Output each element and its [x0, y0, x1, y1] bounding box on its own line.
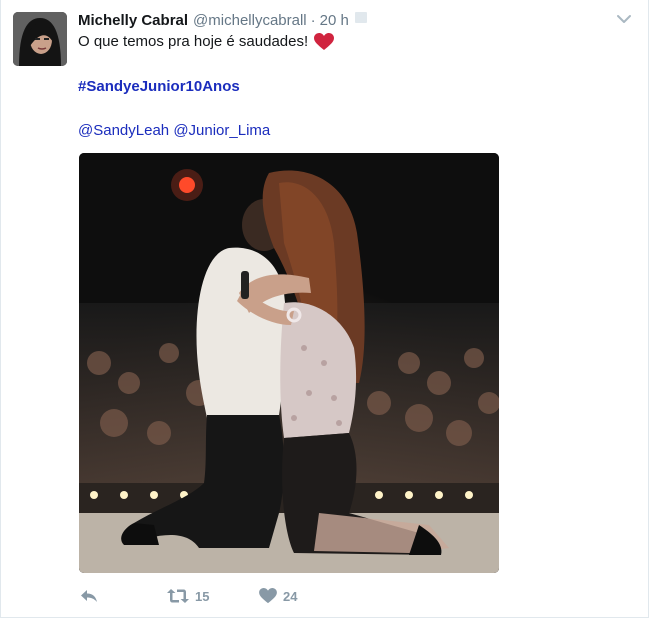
hashtag-link[interactable]: #SandyeJunior10Anos [78, 77, 240, 97]
like-button[interactable]: 24 [259, 588, 339, 604]
avatar[interactable] [13, 12, 67, 66]
separator-dot: · [310, 11, 316, 29]
reply-button[interactable] [79, 588, 167, 604]
retweet-count: 15 [195, 588, 210, 604]
avatar-image [13, 12, 67, 66]
tweet-text: O que temos pra hoje é saudades! [78, 32, 335, 52]
photo-image [79, 153, 499, 573]
reply-icon [81, 590, 97, 602]
mention-link-junior-lima[interactable]: @Junior_Lima [173, 122, 270, 139]
like-count: 24 [283, 588, 298, 604]
retweet-button[interactable]: 15 [167, 588, 259, 604]
tweet-header: Michelly Cabral @michellycabrall · 20 h [78, 10, 367, 30]
timestamp[interactable]: 20 h [320, 12, 349, 29]
tweet-text-content: O que temos pra hoje é saudades! [78, 33, 309, 50]
username[interactable]: @michellycabrall [193, 12, 307, 29]
display-name[interactable]: Michelly Cabral [78, 12, 188, 29]
chevron-down-icon[interactable] [616, 12, 632, 24]
mention-link-sandyleah[interactable]: @SandyLeah [78, 122, 169, 139]
retweet-icon [167, 589, 189, 603]
source-icon [354, 11, 367, 23]
mentions: @SandyLeah @Junior_Lima [78, 121, 270, 141]
heart-icon [259, 588, 277, 604]
red-heart-emoji [314, 33, 335, 50]
tweet-card: Michelly Cabral @michellycabrall · 20 h … [0, 0, 649, 618]
tweet-photo[interactable] [79, 153, 499, 573]
tweet-actions: 15 24 [79, 584, 339, 608]
